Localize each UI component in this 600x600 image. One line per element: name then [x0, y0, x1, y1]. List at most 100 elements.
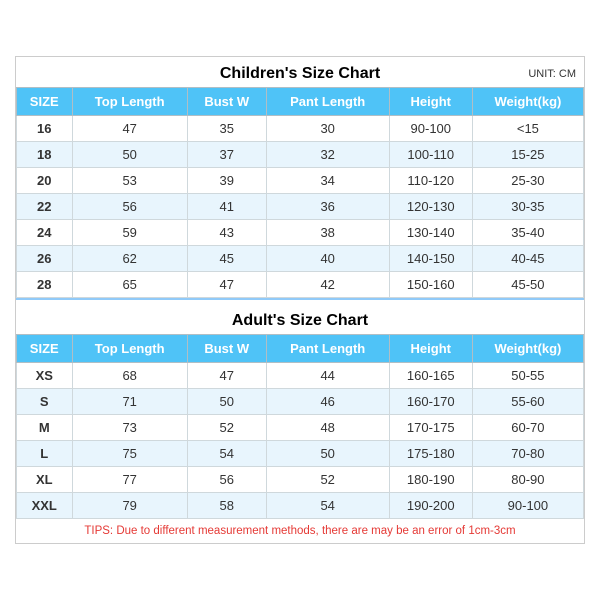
- table-cell: 190-200: [389, 493, 472, 519]
- table-cell: 16: [17, 116, 73, 142]
- table-cell: 130-140: [389, 220, 472, 246]
- table-cell: 53: [72, 168, 187, 194]
- table-row: XXL795854190-20090-100: [17, 493, 584, 519]
- table-cell: 60-70: [472, 415, 583, 441]
- col-weight: Weight(kg): [472, 335, 583, 363]
- table-cell: 20: [17, 168, 73, 194]
- table-row: 18503732100-11015-25: [17, 142, 584, 168]
- table-cell: 54: [266, 493, 389, 519]
- table-cell: <15: [472, 116, 583, 142]
- table-cell: 170-175: [389, 415, 472, 441]
- table-cell: 35-40: [472, 220, 583, 246]
- table-cell: 25-30: [472, 168, 583, 194]
- table-cell: 39: [187, 168, 266, 194]
- table-row: S715046160-17055-60: [17, 389, 584, 415]
- table-cell: 50-55: [472, 363, 583, 389]
- table-cell: 65: [72, 272, 187, 298]
- adult-table-body: XS684744160-16550-55S715046160-17055-60M…: [17, 363, 584, 519]
- table-cell: 75: [72, 441, 187, 467]
- table-row: 26624540140-15040-45: [17, 246, 584, 272]
- table-cell: L: [17, 441, 73, 467]
- table-cell: 24: [17, 220, 73, 246]
- table-cell: 58: [187, 493, 266, 519]
- table-cell: 43: [187, 220, 266, 246]
- table-cell: 40-45: [472, 246, 583, 272]
- table-cell: 56: [187, 467, 266, 493]
- children-section-header: Children's Size Chart UNIT: CM: [16, 57, 584, 87]
- table-row: 20533934110-12025-30: [17, 168, 584, 194]
- table-cell: 140-150: [389, 246, 472, 272]
- table-cell: 47: [72, 116, 187, 142]
- table-cell: S: [17, 389, 73, 415]
- table-cell: 90-100: [472, 493, 583, 519]
- table-cell: 73: [72, 415, 187, 441]
- unit-label: UNIT: CM: [528, 68, 576, 80]
- table-cell: 46: [266, 389, 389, 415]
- table-cell: 77: [72, 467, 187, 493]
- col-height: Height: [389, 335, 472, 363]
- table-cell: 38: [266, 220, 389, 246]
- table-cell: 52: [187, 415, 266, 441]
- table-cell: 32: [266, 142, 389, 168]
- adult-title: Adult's Size Chart: [232, 312, 368, 330]
- table-cell: 68: [72, 363, 187, 389]
- table-cell: 56: [72, 194, 187, 220]
- table-cell: 100-110: [389, 142, 472, 168]
- table-cell: 15-25: [472, 142, 583, 168]
- table-cell: 48: [266, 415, 389, 441]
- table-cell: 90-100: [389, 116, 472, 142]
- table-cell: 34: [266, 168, 389, 194]
- table-row: 28654742150-16045-50: [17, 272, 584, 298]
- table-cell: XL: [17, 467, 73, 493]
- table-cell: 120-130: [389, 194, 472, 220]
- table-cell: 50: [72, 142, 187, 168]
- table-cell: 160-165: [389, 363, 472, 389]
- table-row: 22564136120-13030-35: [17, 194, 584, 220]
- table-cell: XS: [17, 363, 73, 389]
- table-cell: 42: [266, 272, 389, 298]
- col-size: SIZE: [17, 88, 73, 116]
- adult-header-row: SIZE Top Length Bust W Pant Length Heigh…: [17, 335, 584, 363]
- table-cell: 35: [187, 116, 266, 142]
- table-cell: 22: [17, 194, 73, 220]
- children-header-row: SIZE Top Length Bust W Pant Length Heigh…: [17, 88, 584, 116]
- table-cell: 80-90: [472, 467, 583, 493]
- table-cell: M: [17, 415, 73, 441]
- table-row: 24594338130-14035-40: [17, 220, 584, 246]
- table-cell: 45-50: [472, 272, 583, 298]
- children-table: SIZE Top Length Bust W Pant Length Heigh…: [16, 87, 584, 298]
- col-height: Height: [389, 88, 472, 116]
- col-bust-w: Bust W: [187, 335, 266, 363]
- table-cell: 36: [266, 194, 389, 220]
- table-cell: 55-60: [472, 389, 583, 415]
- table-cell: 50: [266, 441, 389, 467]
- col-size: SIZE: [17, 335, 73, 363]
- table-cell: 30-35: [472, 194, 583, 220]
- table-cell: 26: [17, 246, 73, 272]
- table-cell: 47: [187, 272, 266, 298]
- col-top-length: Top Length: [72, 335, 187, 363]
- tips-text: TIPS: Due to different measurement metho…: [16, 519, 584, 543]
- table-cell: 37: [187, 142, 266, 168]
- table-cell: 79: [72, 493, 187, 519]
- col-pant-length: Pant Length: [266, 335, 389, 363]
- table-cell: 150-160: [389, 272, 472, 298]
- adult-section-header: Adult's Size Chart: [16, 304, 584, 334]
- col-bust-w: Bust W: [187, 88, 266, 116]
- children-table-body: 1647353090-100<1518503732100-11015-25205…: [17, 116, 584, 298]
- table-cell: 54: [187, 441, 266, 467]
- table-cell: 40: [266, 246, 389, 272]
- table-cell: 59: [72, 220, 187, 246]
- table-cell: 45: [187, 246, 266, 272]
- table-cell: 110-120: [389, 168, 472, 194]
- col-weight: Weight(kg): [472, 88, 583, 116]
- children-title: Children's Size Chart: [220, 65, 380, 83]
- table-cell: 41: [187, 194, 266, 220]
- table-row: L755450175-18070-80: [17, 441, 584, 467]
- table-row: 1647353090-100<15: [17, 116, 584, 142]
- table-cell: 44: [266, 363, 389, 389]
- table-row: XS684744160-16550-55: [17, 363, 584, 389]
- table-cell: 175-180: [389, 441, 472, 467]
- size-chart-container: Children's Size Chart UNIT: CM SIZE Top …: [15, 56, 585, 544]
- table-cell: XXL: [17, 493, 73, 519]
